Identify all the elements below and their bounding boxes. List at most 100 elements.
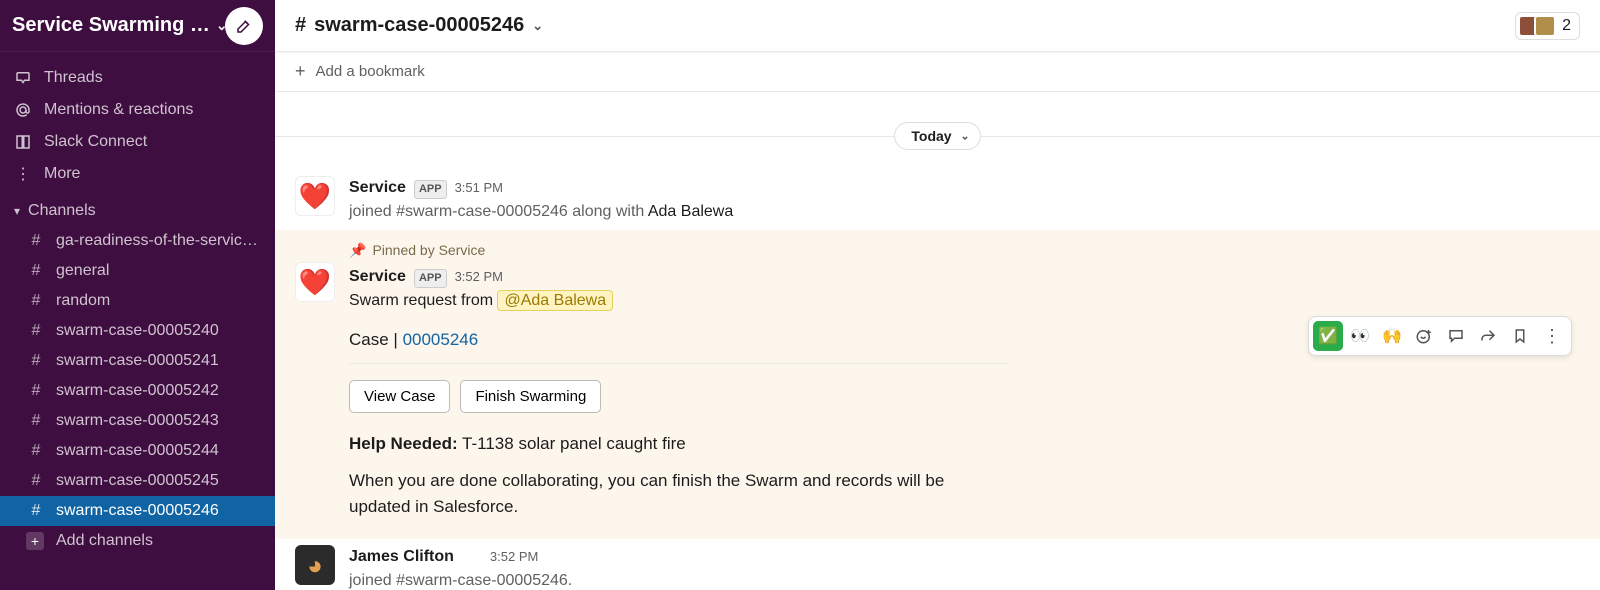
message-text: joined #swarm-case-00005246. <box>349 569 1580 590</box>
member-avatar <box>1534 15 1556 37</box>
sidebar-channel-00005243[interactable]: #swarm-case-00005243 <box>0 406 275 436</box>
finish-swarming-button[interactable]: Finish Swarming <box>460 380 601 413</box>
view-case-button[interactable]: View Case <box>349 380 450 413</box>
sidebar-channel-general[interactable]: #general <box>0 256 275 286</box>
add-channels[interactable]: + Add channels <box>0 526 275 556</box>
hash-icon: # <box>28 292 44 310</box>
date-label: Today <box>911 128 951 144</box>
message-list[interactable]: Today ⌄ ❤️ Service APP 3:51 PM joined #s… <box>275 92 1600 590</box>
add-reaction-icon <box>1415 327 1433 345</box>
channel-header: # swarm-case-00005246 ⌄ 2 <box>275 0 1600 52</box>
reply-thread-button[interactable] <box>1441 321 1471 351</box>
share-icon <box>1479 327 1497 345</box>
sender-name[interactable]: James Clifton <box>349 545 454 569</box>
sidebar: Service Swarming … ⌄ Threads Mentions & … <box>0 0 275 590</box>
reaction-raised-hands-button[interactable]: 🙌 <box>1377 321 1407 351</box>
hash-icon: # <box>28 232 44 250</box>
workspace-name[interactable]: Service Swarming … ⌄ <box>12 14 225 37</box>
slack-connect-icon <box>14 133 32 151</box>
app-badge: APP <box>414 269 447 288</box>
channels-header[interactable]: ▾ Channels <box>0 190 275 226</box>
kebab-icon: ⋮ <box>1543 326 1561 347</box>
help-label: Help Needed: <box>349 434 458 453</box>
plus-icon: + <box>26 532 44 550</box>
app-badge: APP <box>414 180 447 199</box>
more-actions-button[interactable]: ⋮ <box>1537 321 1567 351</box>
hash-icon: # <box>28 352 44 370</box>
sidebar-channel-00005241[interactable]: #swarm-case-00005241 <box>0 346 275 376</box>
sidebar-channel-00005246[interactable]: # swarm-case-00005246 <box>0 496 275 526</box>
bookmark-button[interactable] <box>1505 321 1535 351</box>
sidebar-channel-ga-readiness[interactable]: # ga-readiness-of-the-servic… <box>0 226 275 256</box>
compose-button[interactable] <box>225 7 263 45</box>
sidebar-channel-00005242[interactable]: #swarm-case-00005242 <box>0 376 275 406</box>
channel-label: swarm-case-00005246 <box>56 502 219 520</box>
help-needed-line: Help Needed: T-1138 solar panel caught f… <box>349 431 1049 457</box>
case-link[interactable]: 00005246 <box>403 330 479 349</box>
channel-label: swarm-case-00005240 <box>56 322 219 340</box>
user-link[interactable]: Ada Balewa <box>648 203 733 220</box>
sidebar-channel-00005244[interactable]: #swarm-case-00005244 <box>0 436 275 466</box>
hash-icon: # <box>28 502 44 520</box>
raised-hands-emoji: 🙌 <box>1382 326 1402 346</box>
case-label: Case | <box>349 330 403 349</box>
avatar-stack <box>1518 15 1556 37</box>
channel-title[interactable]: # swarm-case-00005246 ⌄ <box>295 14 543 37</box>
date-pill[interactable]: Today ⌄ <box>894 122 980 150</box>
message-join-james: ◕ James Clifton 3:52 PM joined #swarm-ca… <box>275 539 1600 590</box>
compose-icon <box>235 17 253 35</box>
finish-instruction: When you are done collaborating, you can… <box>349 468 1009 519</box>
sidebar-item-slack-connect[interactable]: Slack Connect <box>0 126 275 158</box>
sidebar-channel-00005240[interactable]: # swarm-case-00005240 <box>0 316 275 346</box>
main-column: # swarm-case-00005246 ⌄ 2 + Add a bookma… <box>275 0 1600 590</box>
sidebar-item-mentions[interactable]: Mentions & reactions <box>0 94 275 126</box>
pushpin-icon: 📌 <box>349 240 366 261</box>
timestamp[interactable]: 3:52 PM <box>490 547 538 567</box>
eyes-emoji: 👀 <box>1350 326 1370 346</box>
plus-icon[interactable]: + <box>295 61 306 82</box>
thread-icon <box>1447 327 1465 345</box>
channel-name: swarm-case-00005246 <box>314 14 524 37</box>
case-line: Case | 00005246 <box>349 327 1049 353</box>
bookmark-bar: + Add a bookmark <box>275 52 1600 92</box>
member-count-button[interactable]: 2 <box>1515 12 1580 40</box>
sender-name[interactable]: Service <box>349 176 406 200</box>
workspace-name-text: Service Swarming … <box>12 14 210 37</box>
sidebar-item-threads[interactable]: Threads <box>0 62 275 94</box>
timestamp[interactable]: 3:51 PM <box>455 178 503 198</box>
workspace-header[interactable]: Service Swarming … ⌄ <box>0 0 275 52</box>
sidebar-item-more[interactable]: ⋮ More <box>0 158 275 190</box>
add-reaction-button[interactable] <box>1409 321 1439 351</box>
channel-label: swarm-case-00005245 <box>56 472 219 490</box>
avatar-james[interactable]: ◕ <box>295 545 335 585</box>
sidebar-channel-00005245[interactable]: # swarm-case-00005245 <box>0 466 275 496</box>
hash-icon: # <box>28 322 44 340</box>
date-divider: Today ⌄ <box>275 122 1600 150</box>
add-bookmark-button[interactable]: Add a bookmark <box>316 63 425 80</box>
message-swarm-request: ❤️ 📌 Pinned by Service Service APP 3:52 … <box>275 230 1600 539</box>
sidebar-item-label: More <box>44 165 80 183</box>
channel-label: swarm-case-00005242 <box>56 382 219 400</box>
bookmark-icon <box>1511 327 1529 345</box>
avatar-service[interactable]: ❤️ <box>295 176 335 216</box>
user-mention[interactable]: @Ada Balewa <box>497 290 613 311</box>
action-buttons: View Case Finish Swarming <box>349 380 1049 413</box>
hash-icon: # <box>28 472 44 490</box>
join-text: joined #swarm-case-00005246 along with <box>349 203 648 220</box>
more-icon: ⋮ <box>14 164 32 184</box>
chevron-down-icon: ⌄ <box>960 130 969 143</box>
hash-icon: # <box>28 262 44 280</box>
sidebar-item-label: Threads <box>44 69 103 87</box>
sidebar-channel-random[interactable]: #random <box>0 286 275 316</box>
reaction-check-button[interactable]: ✅ <box>1313 321 1343 351</box>
reaction-eyes-button[interactable]: 👀 <box>1345 321 1375 351</box>
share-button[interactable] <box>1473 321 1503 351</box>
member-count: 2 <box>1562 17 1571 35</box>
divider <box>349 363 1009 364</box>
check-emoji: ✅ <box>1318 326 1338 346</box>
channel-label: ga-readiness-of-the-servic… <box>56 232 258 250</box>
add-channels-label: Add channels <box>56 532 153 550</box>
timestamp[interactable]: 3:52 PM <box>455 267 503 287</box>
avatar-service[interactable]: ❤️ <box>295 262 335 302</box>
sender-name[interactable]: Service <box>349 265 406 289</box>
